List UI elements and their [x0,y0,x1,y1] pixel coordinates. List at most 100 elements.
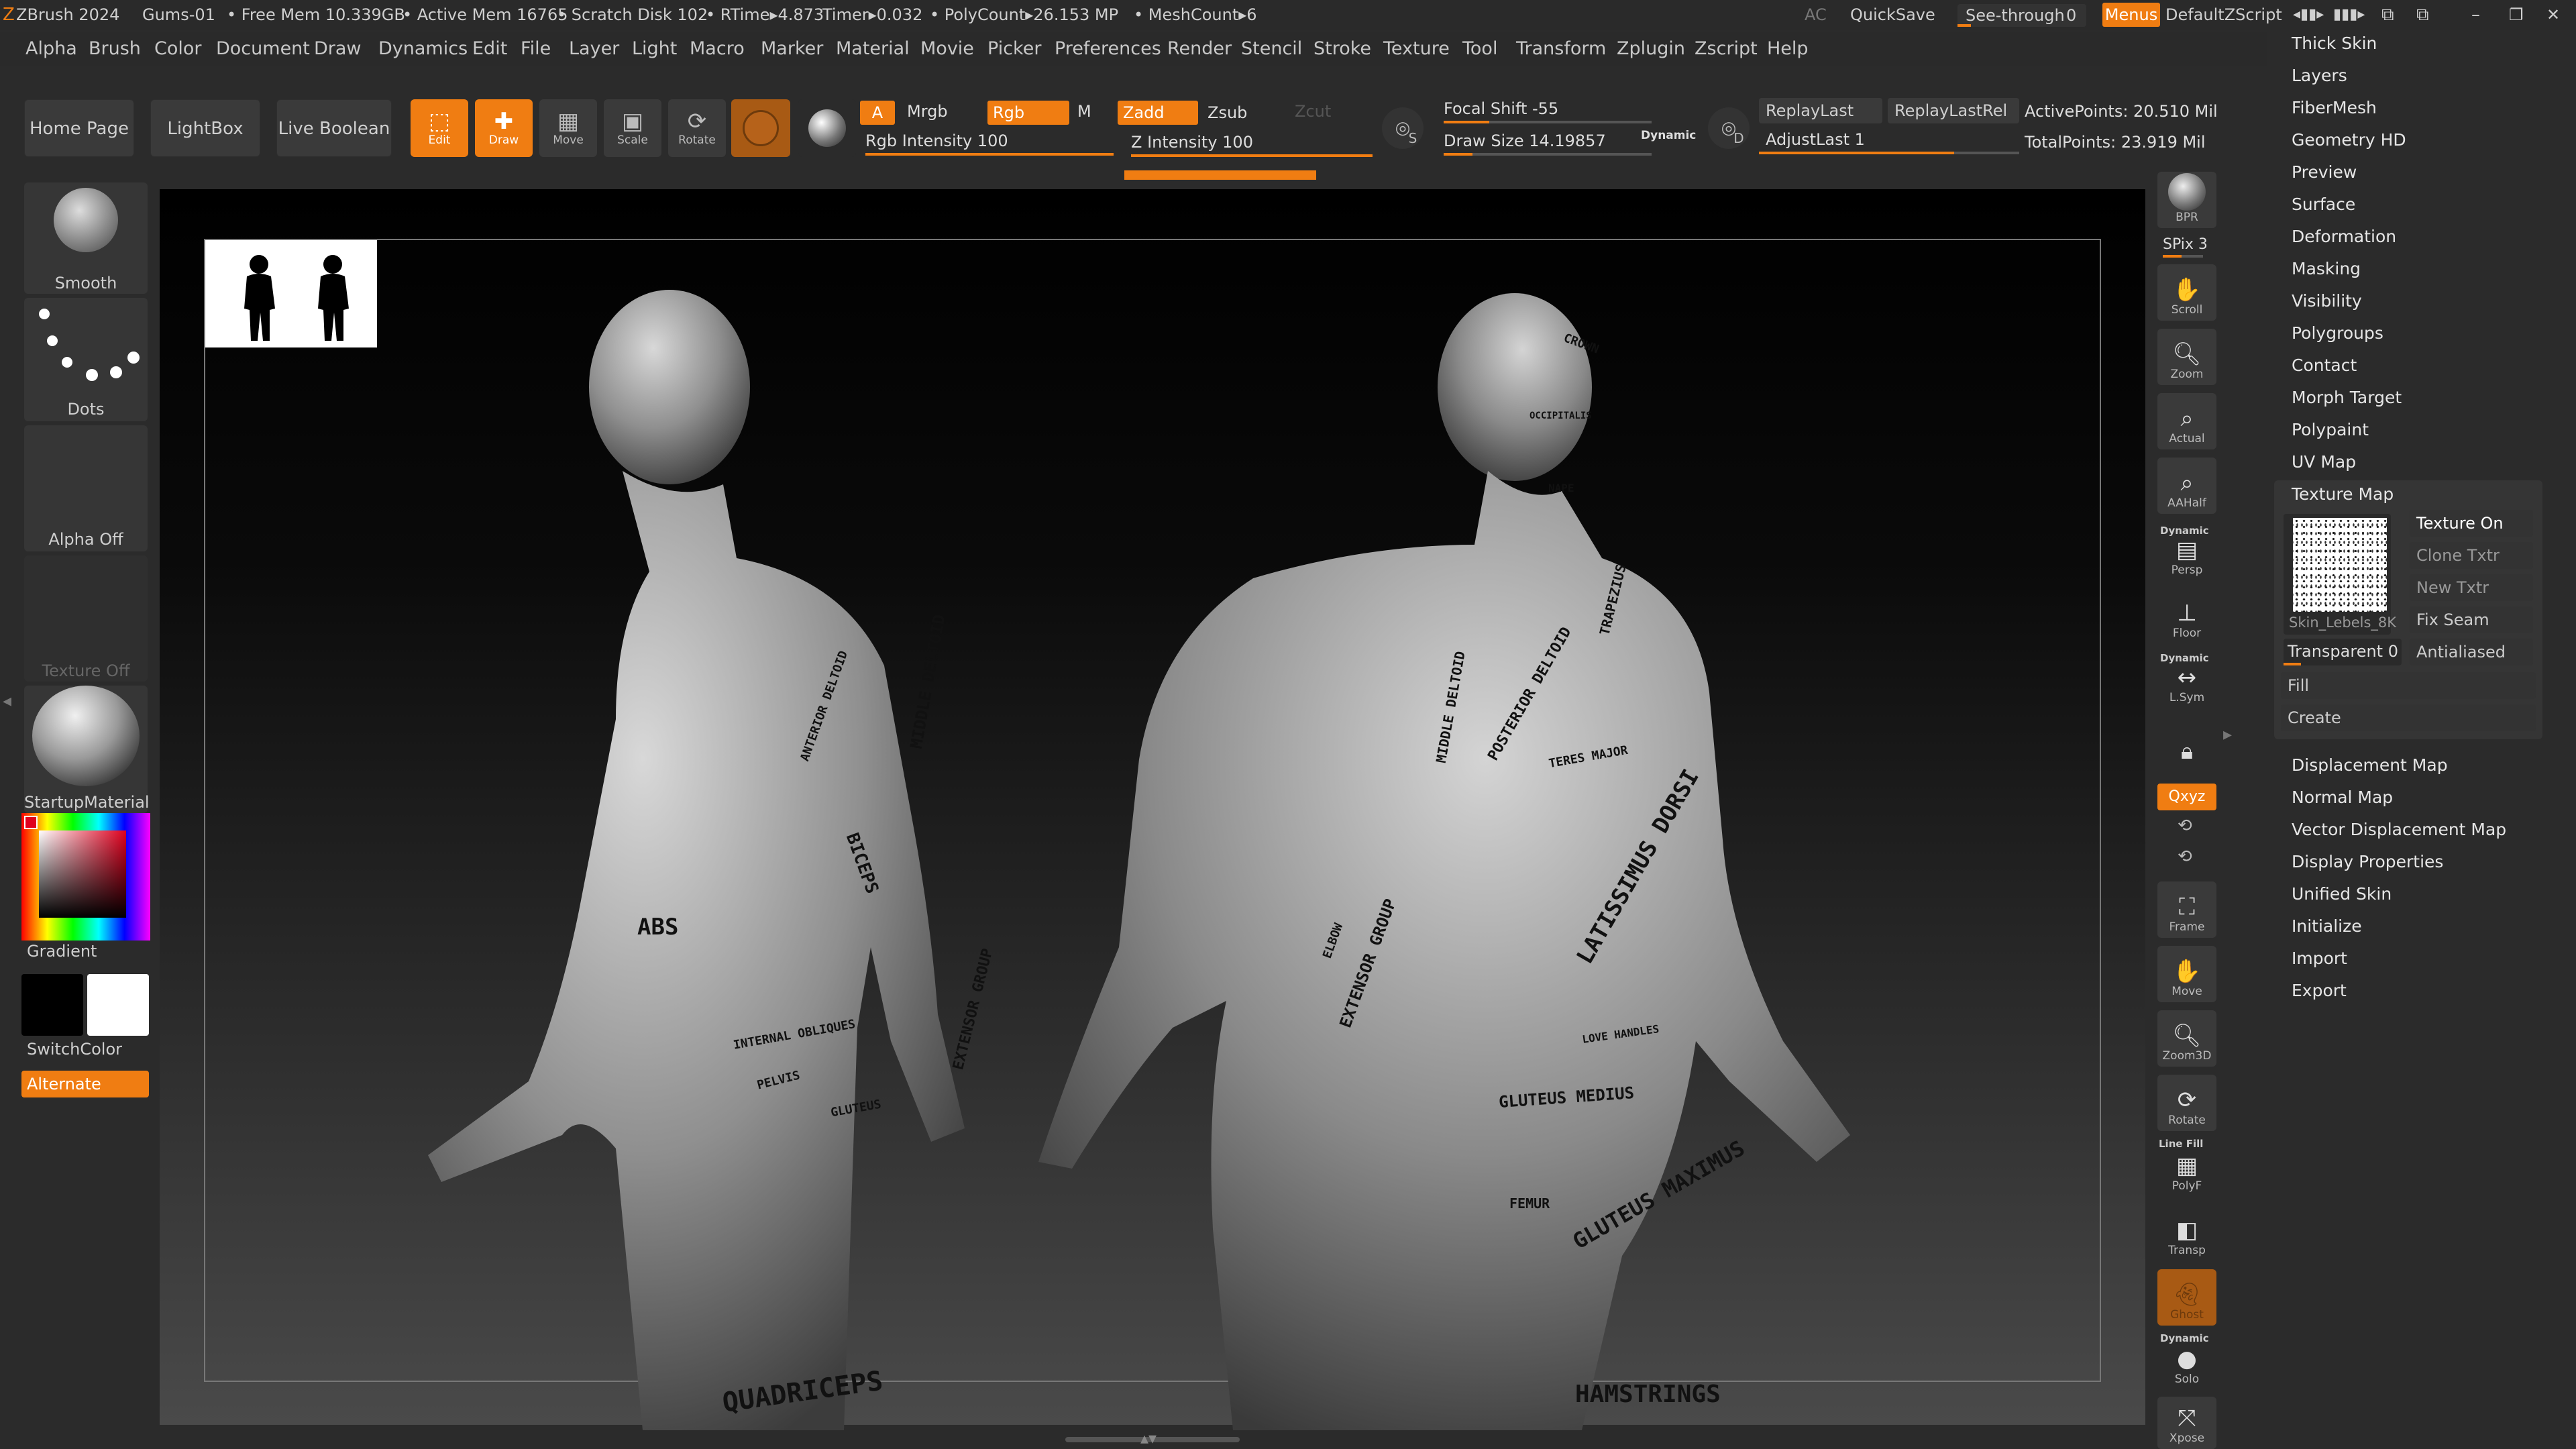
menu-color[interactable]: Color [154,32,202,66]
layers-item[interactable]: Layers [2292,66,2347,85]
z-intensity-slider[interactable]: Z Intensity 100 [1131,133,1253,152]
rotate-view-button[interactable]: ⟳ Rotate [2157,1075,2216,1131]
menu-picker[interactable]: Picker [987,32,1041,66]
preview-item[interactable]: Preview [2292,162,2357,182]
unified-skin-item[interactable]: Unified Skin [2292,884,2392,904]
geometry-hd-item[interactable]: Geometry HD [2292,130,2406,150]
polyf-button[interactable]: ▦ PolyF [2157,1148,2216,1197]
material-selector[interactable]: StartupMaterial [24,686,150,813]
alternate-button[interactable]: Alternate [21,1071,149,1097]
zcut-button[interactable]: Zcut [1295,102,1331,121]
lsym-button[interactable]: ↔ L.Sym [2157,661,2216,708]
left-tray-collapse-icon[interactable]: ◂ [3,691,11,711]
transp-button[interactable]: ◧ Transp [2157,1205,2216,1261]
actual-button[interactable]: ⌕ Actual [2157,393,2216,449]
uv-map-item[interactable]: UV Map [2292,452,2356,472]
adjust-last-slider[interactable]: AdjustLast 1 [1766,130,1865,149]
menu-macro[interactable]: Macro [690,32,745,66]
s-toggle-button[interactable]: ◎ S [1382,107,1424,149]
frame-button[interactable]: ⛶ Frame [2157,881,2216,938]
export-item[interactable]: Export [2292,981,2347,1000]
scale-button[interactable]: ▣ Scale [604,99,661,157]
menu-file[interactable]: File [521,32,551,66]
brush-selector[interactable]: Smooth [24,182,148,294]
layout-icon[interactable]: ◂▮▮▸ [2293,0,2324,30]
dynamic-size-toggle[interactable]: Dynamic [1641,129,1696,142]
menu-tool[interactable]: Tool [1462,32,1497,66]
navigator-thumbnail[interactable] [205,240,377,347]
scroll-button[interactable]: ✋ Scroll [2157,264,2216,321]
surface-item[interactable]: Surface [2292,195,2355,214]
see-through-slider[interactable]: See-through 0 [1957,4,2086,27]
menu-light[interactable]: Light [632,32,677,66]
color-picker[interactable] [21,813,150,941]
menus-toggle[interactable]: Menus [2102,3,2160,27]
window-icon[interactable]: ⧉ [2381,0,2394,30]
visibility-item[interactable]: Visibility [2292,291,2362,311]
menu-texture[interactable]: Texture [1383,32,1450,66]
rotate-z-icon[interactable]: ⟲ [2178,847,2192,867]
primary-color-swatch[interactable] [21,974,83,1036]
xyz-button[interactable]: Qxyz [2157,784,2216,810]
menu-render[interactable]: Render [1167,32,1232,66]
menu-marker[interactable]: Marker [761,32,823,66]
normal-map-item[interactable]: Normal Map [2292,788,2393,807]
clone-txtr-button[interactable]: Clone Txtr [2410,542,2533,569]
a-button[interactable]: A [860,101,895,125]
menu-document[interactable]: Document [216,32,310,66]
focal-shift-slider[interactable]: Focal Shift -55 [1444,99,1558,118]
menu-alpha[interactable]: Alpha [25,32,77,66]
bpr-button[interactable]: BPR [2157,172,2216,228]
menu-stencil[interactable]: Stencil [1241,32,1302,66]
create-button[interactable]: Create [2281,704,2536,731]
menu-movie[interactable]: Movie [920,32,974,66]
ac-indicator[interactable]: AC [1805,0,1827,30]
texture-selector[interactable]: Texture Off [24,555,148,682]
solo-button[interactable]: ● Solo [2157,1342,2216,1390]
polygroups-item[interactable]: Polygroups [2292,323,2383,343]
live-boolean-button[interactable]: Live Boolean [276,99,392,157]
right-tray-collapse-icon[interactable]: ▸ [2223,724,2232,745]
import-item[interactable]: Import [2292,949,2347,968]
vector-displacement-map-item[interactable]: Vector Displacement Map [2292,820,2506,839]
thick-skin-item[interactable]: Thick Skin [2292,34,2377,53]
bottom-tray-toggle-icon[interactable]: ▴▾ [1140,1429,1157,1448]
color-picker-square[interactable] [39,830,126,918]
aahalf-button[interactable]: ⌕ AAHalf [2157,458,2216,514]
persp-button[interactable]: ▤ Persp [2157,534,2216,581]
display-properties-item[interactable]: Display Properties [2292,852,2443,871]
texture-on-button[interactable]: Texture On [2410,510,2533,537]
menu-stroke[interactable]: Stroke [1313,32,1371,66]
move-view-button[interactable]: ✋ Move [2157,946,2216,1002]
back-figure[interactable] [1038,293,1850,1430]
mrgb-button[interactable]: Mrgb [907,102,948,121]
lock-button[interactable]: 🔒︎ [2157,715,2216,769]
front-figure[interactable] [428,290,965,1430]
polypaint-item[interactable]: Polypaint [2292,420,2369,439]
restore-icon[interactable]: ❐ [2509,0,2524,30]
menu-transform[interactable]: Transform [1516,32,1606,66]
menu-brush[interactable]: Brush [89,32,141,66]
zsub-button[interactable]: Zsub [1208,103,1247,122]
secondary-color-swatch[interactable] [87,974,149,1036]
draw-button[interactable]: ✚ Draw [475,99,533,157]
rgb-button[interactable]: Rgb [987,101,1069,125]
alpha-selector[interactable]: Alpha Off [24,425,148,551]
menu-preferences[interactable]: Preferences [1055,32,1161,66]
move-button[interactable]: ▦ Move [539,99,597,157]
morph-target-item[interactable]: Morph Target [2292,388,2402,407]
fix-seam-button[interactable]: Fix Seam [2410,606,2533,633]
clone-window-icon[interactable]: ⧉ [2416,0,2429,30]
texture-thumbnail-button[interactable]: Skin_Lebels_8K [2284,514,2396,635]
zadd-button[interactable]: Zadd [1118,101,1198,125]
spix-slider[interactable]: SPix 3 [2163,236,2208,253]
close-icon[interactable]: ✕ [2546,0,2560,30]
material-swatch-button[interactable] [731,99,790,157]
stroke-selector[interactable]: Dots [24,298,148,421]
zoom3d-button[interactable]: 🔍︎ Zoom3D [2157,1010,2216,1067]
contact-item[interactable]: Contact [2292,356,2357,375]
texture-map-header[interactable]: Texture Map [2292,484,2394,504]
displacement-map-item[interactable]: Displacement Map [2292,755,2448,775]
home-page-button[interactable]: Home Page [24,99,134,157]
document-canvas[interactable]: MIDDLE DELTOID ANTERIOR DELTOID ABS BICE… [160,189,2145,1442]
